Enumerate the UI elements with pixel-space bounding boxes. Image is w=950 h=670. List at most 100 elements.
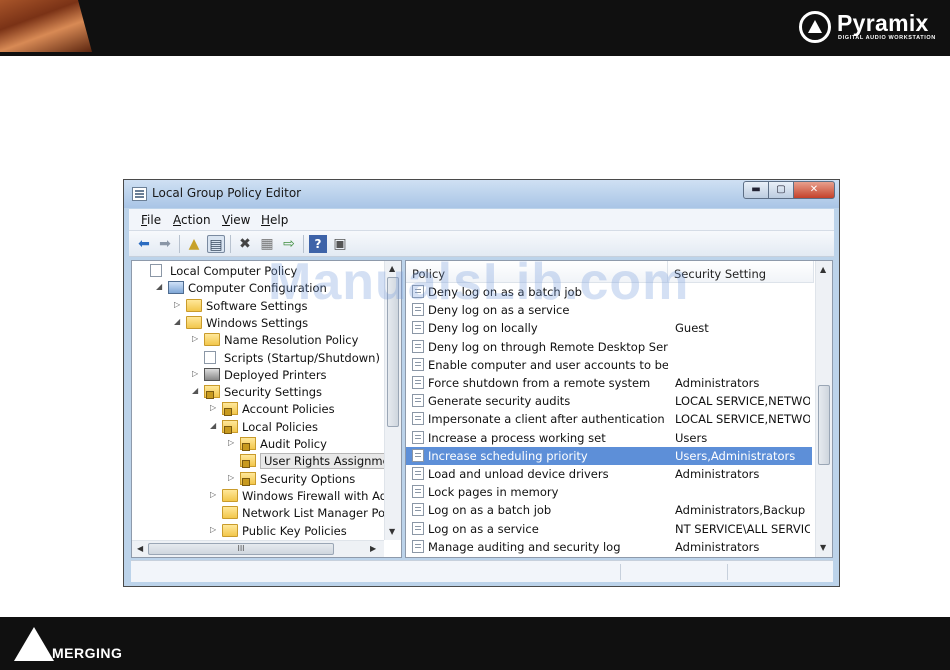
tree-item-label: Name Resolution Policy [224,333,359,348]
tree-item-label: User Rights Assignment [260,453,401,470]
folder-lock-icon [204,385,220,400]
policy-name: Force shutdown from a remote system [428,376,651,390]
policy-icon [412,285,424,298]
policy-name: Increase scheduling priority [428,448,588,463]
expand-arrow-icon[interactable]: ▷ [228,438,234,447]
console-tree-icon[interactable]: ▤ [207,235,225,253]
list-vertical-scrollbar[interactable]: ▲ ▼ [815,261,832,557]
status-separator [727,564,728,580]
policy-name: Deny log on as a service [428,303,570,318]
expand-arrow-icon[interactable]: ▷ [210,490,216,499]
tree-horizontal-scrollbar[interactable]: ◀ III ▶ [132,540,384,557]
minimize-button[interactable]: ▬ [743,181,769,199]
scroll-up-icon[interactable]: ▲ [820,265,826,274]
extended-view-icon[interactable]: ▣ [331,235,349,253]
up-folder-icon[interactable]: ▲ [185,235,203,253]
expand-arrow-icon[interactable]: ▷ [210,525,216,534]
table-row[interactable]: Log on as a batch job Administrators,Back… [406,501,812,519]
table-row[interactable]: Load and unload device drivers Administra… [406,465,812,483]
menu-action[interactable]: Action [173,213,211,227]
menu-help[interactable]: Help [261,213,288,227]
security-setting: Administrators [675,467,760,481]
tree-item-label: Windows Settings [206,315,309,330]
table-row[interactable]: Generate security audits LOCAL SERVICE,NE… [406,392,812,410]
policy-icon [412,467,424,480]
table-row[interactable]: Force shutdown from a remote system Admin… [406,374,812,392]
policy-icon [412,357,424,371]
expand-arrow-icon[interactable]: ◢ [174,317,180,326]
folder-lock-icon [240,437,256,451]
menu-help-accel: H [261,213,271,227]
title-bar[interactable]: Local Group Policy Editor ▬ ▢ ✕ [124,180,839,208]
table-row[interactable]: Deny log on as a service [406,301,812,319]
expand-arrow-icon[interactable]: ▷ [192,369,198,378]
policy-icon [412,503,424,517]
policy-icon [412,412,424,426]
table-row[interactable]: Increase a process working set Users [406,429,812,447]
policy-icon [412,394,424,408]
tree-item-label: Computer Configuration [188,281,327,296]
table-row[interactable]: Log on as a service NT SERVICE\ALL SERVIC… [406,520,812,538]
toolbar-separator [230,235,231,253]
table-row[interactable]: Deny log on as a batch job [406,283,812,301]
menu-action-label: ction [181,213,211,227]
expand-arrow-icon[interactable]: ▷ [228,473,234,482]
table-row[interactable]: Deny log on locally Guest [406,319,812,337]
toolbar-separator [303,235,304,253]
table-row[interactable]: Enable computer and user accounts to be … [406,356,812,374]
table-row[interactable]: Lock pages in memory [406,483,812,501]
table-row[interactable]: Deny log on through Remote Desktop Servi… [406,338,812,356]
expand-arrow-icon[interactable]: ◢ [156,282,162,291]
scroll-left-icon[interactable]: ◀ [137,544,143,553]
doc-icon [150,264,162,277]
expand-arrow-icon[interactable]: ▷ [210,403,216,412]
policy-editor-icon [132,187,147,201]
tree-scroll-thumb[interactable] [387,277,399,427]
expand-arrow-icon[interactable]: ◢ [192,386,198,395]
expand-arrow-icon[interactable]: ▷ [192,334,198,343]
policy-name: Log on as a batch job [428,503,552,518]
scroll-down-icon[interactable]: ▼ [389,527,395,536]
mixing-console-image [0,0,92,52]
table-row[interactable]: Manage auditing and security log Administ… [406,538,812,556]
expand-arrow-icon[interactable]: ◢ [210,421,216,430]
forward-arrow-icon[interactable]: ➡ [156,235,174,253]
back-arrow-icon[interactable]: ⬅ [135,235,153,253]
folder-icon [204,333,220,347]
scroll-up-icon[interactable]: ▲ [389,264,395,273]
tree-hscroll-thumb[interactable]: III [148,543,334,555]
console-tree[interactable]: Local Computer Policy ◢ Computer Configura… [131,260,402,558]
tree-item-label: Public Key Policies [242,523,347,538]
column-header-policy[interactable]: Policy [406,261,668,283]
list-scroll-thumb[interactable] [818,385,830,465]
folder-icon [186,298,202,312]
policy-list[interactable]: Policy Security Setting Deny log on as a… [405,260,833,558]
export-list-icon[interactable]: ⇨ [280,235,298,253]
security-setting: NT SERVICE\ALL SERVIC... [675,521,810,536]
table-row[interactable]: Increase scheduling priority Users,Admini… [406,446,812,465]
menu-file[interactable]: File [141,213,161,227]
menu-file-label: ile [147,213,162,227]
delete-icon[interactable]: ✖ [236,235,254,253]
maximize-button[interactable]: ▢ [768,181,794,199]
table-row[interactable]: Impersonate a client after authenticatio… [406,410,812,428]
menu-view[interactable]: View [222,213,250,227]
policy-name: Impersonate a client after authenticatio… [428,412,665,427]
properties-icon[interactable]: ▦ [258,235,276,253]
tree-item-label: Network List Manager Policies [242,506,402,521]
expand-arrow-icon[interactable]: ▷ [174,300,180,309]
help-icon[interactable]: ? [309,235,327,253]
column-header-security-setting[interactable]: Security Setting [668,261,814,283]
menu-help-label: elp [270,213,289,227]
window-controls: ▬ ▢ ✕ [743,181,835,199]
close-button[interactable]: ✕ [793,181,835,199]
folder-icon [222,523,238,537]
scroll-down-icon[interactable]: ▼ [820,543,826,552]
policy-icon [412,339,424,353]
tree-item-label: Account Policies [242,402,335,417]
top-brand-bar: Pyramix DIGITAL AUDIO WORKSTATION [0,0,950,56]
scroll-right-icon[interactable]: ▶ [370,544,376,553]
folder-icon [222,488,238,502]
window-title: Local Group Policy Editor [152,186,302,200]
tree-vertical-scrollbar[interactable]: ▲ ▼ [384,261,401,540]
